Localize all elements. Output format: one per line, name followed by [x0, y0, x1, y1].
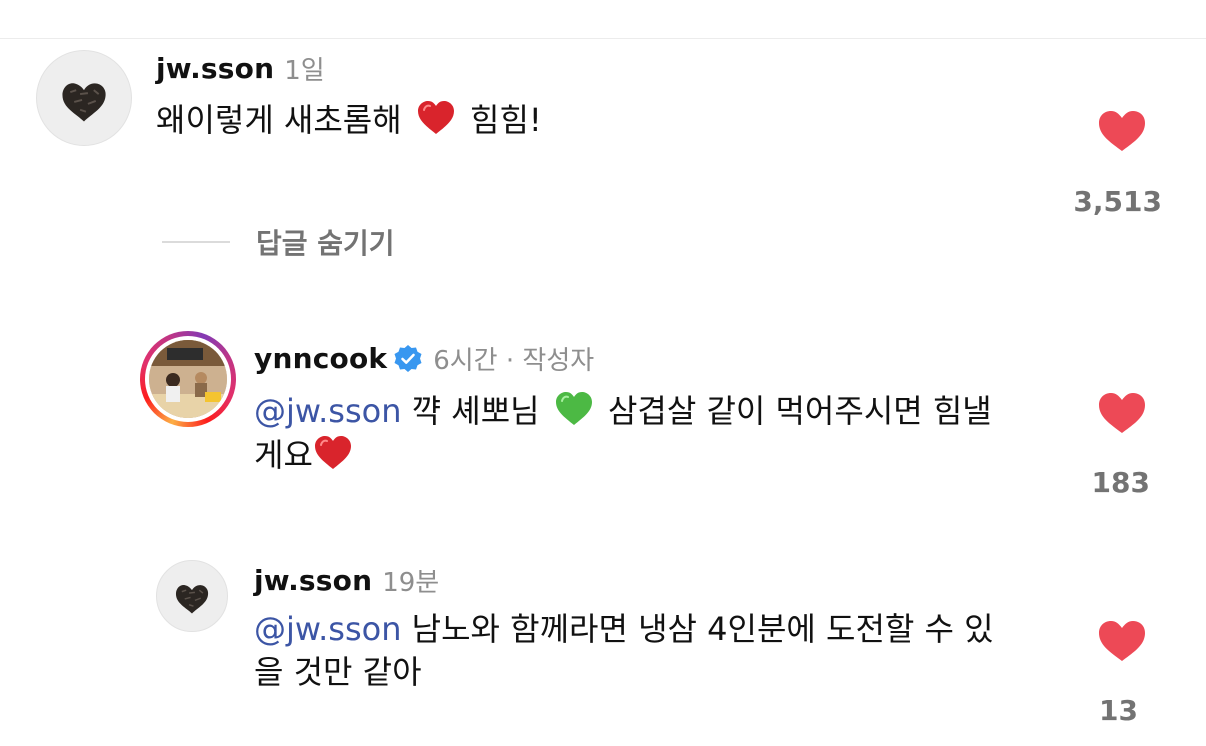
verified-badge-icon — [393, 344, 423, 374]
timestamp: 19분 — [382, 568, 440, 598]
timestamp: 6시간 · 작성자 — [433, 346, 595, 376]
red-heart-emoji — [313, 433, 353, 473]
username[interactable]: jw.sson — [156, 52, 274, 85]
top-divider — [0, 38, 1206, 39]
comment-body-end: 힘힘! — [470, 101, 542, 139]
username[interactable]: jw.sson — [254, 564, 372, 597]
comment-body-end: 을 것만 같아 — [254, 653, 422, 691]
comment-text: @jw.sson 꺅 셰뽀님 삼겹살 같이 먹어주시면 힘낼 — [254, 388, 1054, 434]
green-heart-emoji — [554, 389, 594, 429]
comment-text: 왜이렇게 새초롬해 힘힘! — [156, 97, 542, 143]
comment-body: 남노와 함께라면 냉삼 4인분에 도전할 수 있 — [411, 610, 994, 648]
avatar-heart-image — [175, 584, 209, 614]
comment-body: 왜이렇게 새초롬해 — [156, 101, 402, 139]
like-heart-icon[interactable] — [1098, 392, 1146, 434]
comment-body-end: 게요 — [254, 436, 313, 474]
hide-replies-button[interactable]: 답글 숨기기 — [256, 222, 395, 262]
avatar-heart-image — [62, 83, 106, 122]
like-count: 183 — [1091, 466, 1150, 499]
comment-text-line2: 게요 — [254, 432, 357, 478]
timestamp: 1일 — [284, 56, 325, 86]
avatar[interactable] — [156, 560, 228, 632]
comment-text: @jw.sson 남노와 함께라면 냉삼 4인분에 도전할 수 있 — [254, 606, 1054, 652]
like-heart-icon[interactable] — [1098, 110, 1146, 152]
like-count: 13 — [1099, 694, 1138, 727]
comment-text-line2: 을 것만 같아 — [254, 649, 422, 695]
avatar[interactable] — [36, 50, 132, 146]
comment-meta: ynncook 6시간 · 작성자 — [254, 340, 594, 377]
avatar-photo — [149, 340, 227, 418]
red-heart-emoji — [416, 98, 456, 138]
comment-meta: jw.sson 19분 — [254, 562, 439, 599]
comment-body-cont: 삼겹살 같이 먹어주시면 힘낼 — [607, 392, 992, 430]
mention-link[interactable]: @jw.sson — [254, 392, 402, 430]
comment-meta: jw.sson 1일 — [156, 50, 325, 87]
like-heart-icon[interactable] — [1098, 620, 1146, 662]
comment-body: 꺅 셰뽀님 — [411, 392, 540, 430]
like-count: 3,513 — [1073, 185, 1162, 218]
mention-link[interactable]: @jw.sson — [254, 610, 402, 648]
replies-divider — [162, 241, 230, 243]
story-ring-avatar[interactable] — [140, 331, 236, 427]
username[interactable]: ynncook — [254, 342, 387, 375]
